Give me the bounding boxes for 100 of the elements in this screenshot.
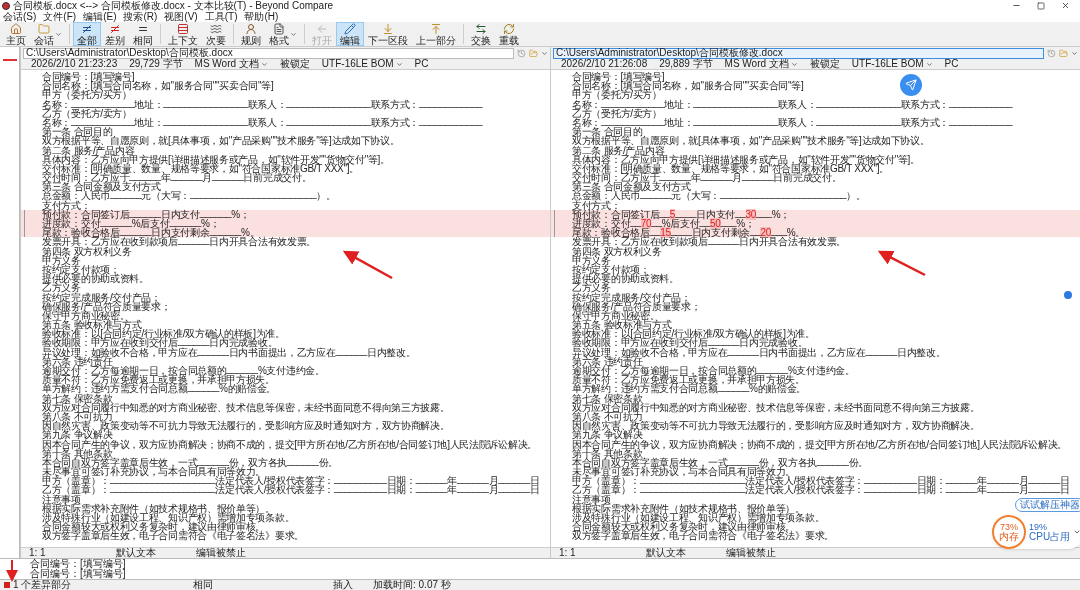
toolbar-button[interactable]: 次要 bbox=[202, 22, 230, 46]
menu-item[interactable]: 工具(T) bbox=[204, 11, 238, 22]
toolbar-button[interactable]: 相同 bbox=[129, 22, 157, 46]
maximize-icon[interactable] bbox=[1037, 1, 1045, 10]
toolbar-button[interactable]: 格式 bbox=[265, 22, 301, 46]
edit-state: 编辑被禁止 bbox=[725, 548, 776, 558]
format-selector[interactable]: MS Word 文档 bbox=[724, 59, 798, 69]
not-equal-icon bbox=[81, 22, 93, 35]
text-line: 验收标准：以[合同约定/行业标准/双方确认的样板]为准。 bbox=[41, 329, 285, 339]
close-icon[interactable] bbox=[1061, 1, 1070, 10]
cpu-label: CPU占用 bbox=[1029, 531, 1071, 542]
text-line: 本合同自双方签字盖章后生效，一式______份，双方各执______份。 bbox=[41, 457, 338, 468]
toolbar-button[interactable]: 差别 bbox=[101, 22, 129, 46]
path-field[interactable]: C:\Users\Administrator\Desktop\合同模板.docx bbox=[23, 47, 514, 59]
toolbar-button[interactable]: 交换 bbox=[467, 22, 495, 46]
toolbar-button[interactable]: 重载 bbox=[495, 22, 523, 46]
system-monitor-widget[interactable]: 73% 内存 19% CPU占用 bbox=[992, 515, 1080, 549]
toolbar-button[interactable]: 规则 bbox=[237, 22, 265, 46]
history-icon[interactable] bbox=[517, 48, 526, 58]
app-logo-icon bbox=[2, 1, 10, 10]
menu-item[interactable]: 编辑(E) bbox=[83, 11, 117, 22]
path-field[interactable]: C:\Users\Administrator\Desktop\合同模板修改.docx bbox=[553, 47, 1044, 59]
difference-count: 1 个差异部分 bbox=[13, 580, 73, 590]
text-line: 乙方义务 bbox=[571, 283, 611, 293]
text-line: 注意事项 bbox=[41, 494, 81, 504]
text-line: 甲方（盖章）：____________________法定代表人/授权代表签字：__________日期：______年______月______日 bbox=[571, 476, 1070, 486]
caret-icon[interactable] bbox=[541, 49, 548, 57]
rows-icon bbox=[177, 22, 189, 35]
text-line: 验收期限：甲方应在收到交付后______日内完成验收。 bbox=[41, 338, 278, 348]
promo-pill[interactable]: 试试解压神器 bbox=[1015, 498, 1080, 512]
arrow-up-icon bbox=[430, 22, 442, 35]
menu-item[interactable]: 视图(V) bbox=[164, 11, 198, 22]
text-line: 逾期交付：乙方每逾期一日，按合同总额的______%支付违约金。 bbox=[571, 366, 855, 376]
text-line: 第七条 保密条款 bbox=[571, 393, 643, 403]
encoding-selector[interactable]: UTF-16LE BOM bbox=[851, 59, 933, 69]
folder-icon[interactable] bbox=[529, 48, 538, 58]
text-line: 因自然灾害、政策变动等不可抗力导致无法履行的，受影响方应及时通知对方，双方协商解决。 bbox=[41, 421, 450, 431]
text-line: 甲方（盖章）：____________________法定代表人/授权代表签字：__________日期：______年______月______日 bbox=[41, 476, 540, 486]
menu-item[interactable]: 会话(S) bbox=[3, 11, 37, 22]
caret-icon[interactable] bbox=[1073, 528, 1080, 536]
toolbar-button[interactable]: 会话 bbox=[30, 22, 66, 46]
menu-item[interactable]: 搜索(R) bbox=[123, 11, 158, 22]
text-line: 双方签字盖章后生效，电子合同需符合《电子签名法》要求。 bbox=[571, 531, 834, 541]
text-line: 名称：____________地址：________________联系人：________________联系方式：____________ bbox=[571, 99, 1013, 109]
text-line: 第三条 合同金额及支付方式 bbox=[41, 182, 161, 192]
text-line: 第八条 不可抗力 bbox=[571, 411, 643, 422]
text-line: 质量不符：乙方应免费返工或更换，并承担甲方损失。 bbox=[571, 375, 805, 385]
toolbar-button[interactable]: 上下文 bbox=[164, 22, 202, 46]
text-line: 按约定支付款项； bbox=[41, 264, 120, 275]
text-line: 合同金额较大或权利义务复杂时，建议由律师审核。 bbox=[571, 522, 796, 532]
toolbar-button[interactable]: 全部 bbox=[73, 22, 101, 46]
text-line: 第四条 双方权利义务 bbox=[571, 246, 662, 256]
swap-icon bbox=[475, 22, 487, 35]
text-line: 双方应对合同履行中知悉的对方商业秘密、技术信息等保密，未经书面同意不得向第三方披露。 bbox=[571, 402, 980, 412]
format-selector[interactable]: MS Word 文档 bbox=[194, 59, 268, 69]
text-line: 合同名称：[填写合同名称，如"服务合同""买卖合同"等] bbox=[41, 81, 274, 91]
folder-icon bbox=[38, 22, 50, 35]
menu-item[interactable]: 文件(F) bbox=[43, 11, 77, 22]
memory-label: 内存 bbox=[999, 531, 1019, 542]
encoding-selector[interactable]: UTF-16LE BOM bbox=[321, 59, 403, 69]
file-size: 29,729 字节 bbox=[129, 59, 183, 69]
text-line: 第七条 保密条款 bbox=[41, 393, 113, 403]
text-line: 双方根据平等、自愿原则，就[具体事项，如"产品采购""技术服务"等]达成如下协议。 bbox=[571, 136, 930, 146]
caret-icon bbox=[395, 60, 403, 68]
toolbar-button[interactable]: 主页 bbox=[2, 22, 30, 46]
text-line: 名称：____________地址：________________联系人：________________联系方式：____________ bbox=[41, 99, 483, 109]
text-type: 默认文本 bbox=[115, 548, 156, 558]
waves-icon bbox=[210, 22, 222, 35]
file-size: 29,889 字节 bbox=[659, 59, 713, 69]
text-line: 异议处理：如验收不合格，甲方应在______日内书面提出，乙方应在______日内整改。 bbox=[41, 347, 416, 357]
toolbar-button[interactable]: 上一部分 bbox=[412, 22, 460, 46]
toolbar-button[interactable]: 编辑 bbox=[336, 22, 364, 46]
text-line: 第五条 验收标准与方式 bbox=[571, 320, 672, 330]
arrow-icon bbox=[316, 22, 328, 35]
text-line: 第五条 验收标准与方式 bbox=[41, 320, 142, 330]
text-line: 注意事项 bbox=[571, 494, 611, 504]
text-line: 具体内容：乙方应向甲方提供[详细描述服务或产品，如"软件开发""货物交付"等]。 bbox=[41, 154, 390, 164]
load-time: 加载时间: 0.07 秒 bbox=[373, 580, 451, 590]
text-line: 甲方（委托方/买方） bbox=[571, 90, 662, 100]
document-icon bbox=[273, 22, 285, 35]
refresh-icon bbox=[503, 22, 515, 35]
text-line: 验收期限：甲方应在收到交付后______日内完成验收。 bbox=[571, 338, 808, 348]
caret-icon[interactable] bbox=[1071, 49, 1078, 57]
memory-usage: 73% bbox=[1000, 522, 1018, 532]
text-line: 因本合同产生的争议，双方应协商解决；协商不成的，提交[甲方所在地/乙方所在地/合同签订地]人民法院诉讼解决。 bbox=[41, 439, 537, 449]
text-line: 第一条 合同目的 bbox=[41, 127, 113, 137]
text-line: 合同金额较大或权利义务复杂时，建议由律师审核。 bbox=[41, 522, 266, 532]
text-line: 确保服务/产品符合质量要求； bbox=[41, 301, 171, 311]
location-pane[interactable] bbox=[0, 47, 20, 558]
history-icon[interactable] bbox=[1047, 48, 1056, 58]
folder-icon[interactable] bbox=[1059, 48, 1068, 58]
menu-item[interactable]: 帮助(H) bbox=[244, 11, 279, 22]
window-title: 合同模板.docx <--> 合同模板修改.docx - 文本比较(T) - Beyond Compare bbox=[13, 0, 334, 11]
cursor-position: 1: 1 bbox=[559, 548, 576, 558]
home-icon bbox=[10, 22, 22, 35]
text-line: 进度款：交付______%后支付______%； bbox=[41, 219, 220, 229]
compare-status: 相同 bbox=[193, 580, 214, 590]
arrow-down-icon bbox=[382, 22, 394, 35]
toolbar-button[interactable]: 下一区段 bbox=[364, 22, 412, 46]
text-line: 支付方式： bbox=[571, 200, 621, 210]
